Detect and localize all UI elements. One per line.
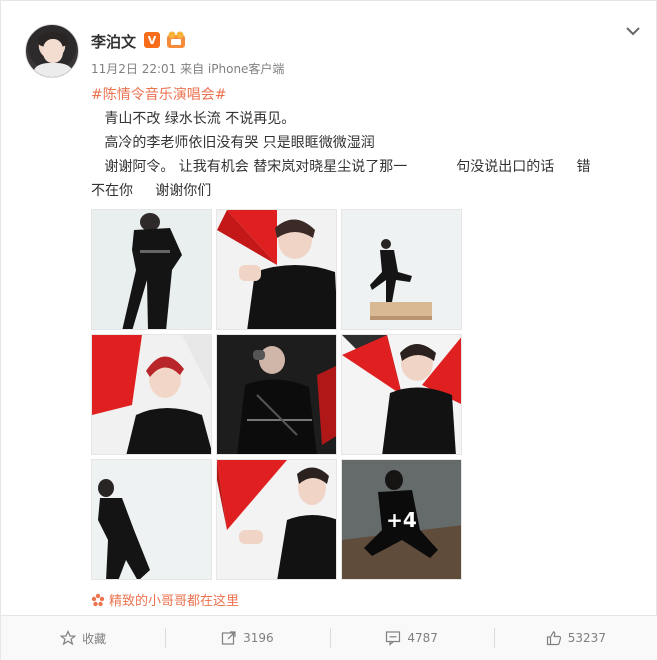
photo-thumbnail[interactable]: [216, 459, 337, 580]
photo-thumbnail[interactable]: [91, 334, 212, 455]
post-text: #陈情令音乐演唱会# 青山不改 绿水长流 不说再见。 高冷的李老师依旧没有哭 只…: [91, 83, 639, 203]
photo-thumbnail[interactable]: [341, 209, 462, 330]
photo-thumbnail[interactable]: +4: [341, 459, 462, 580]
favorite-label: 收藏: [82, 631, 107, 646]
weibo-post-card: 李泊文 V 11月2日 22:01 来自 iPhone客户端 #陈情令音乐演唱会…: [0, 0, 657, 660]
repost-button[interactable]: 3196: [165, 616, 329, 660]
hashtag-link[interactable]: #陈情令音乐演唱会#: [91, 87, 226, 103]
post-line: 谢谢阿令。 让我有机会 替宋岚对晓星尘说了那一 句没说出口的话 错: [91, 159, 591, 175]
comment-count: 4787: [407, 631, 438, 645]
post-line: 青山不改 绿水长流 不说再见。: [91, 111, 296, 127]
flower-icon: [91, 593, 105, 606]
topic-link[interactable]: 精致的小哥哥都在这里: [91, 590, 239, 609]
photo-thumbnail[interactable]: [216, 209, 337, 330]
like-count: 53237: [567, 631, 606, 645]
member-badge-icon[interactable]: [166, 31, 186, 49]
chevron-down-icon[interactable]: [624, 24, 642, 38]
repost-count: 3196: [243, 631, 274, 645]
comment-button[interactable]: 4787: [329, 616, 494, 660]
share-icon: [221, 631, 236, 645]
more-photos-overlay[interactable]: +4: [342, 460, 461, 579]
photo-thumbnail[interactable]: [341, 334, 462, 455]
photo-thumbnail[interactable]: [91, 209, 212, 330]
post-line: 不在你 谢谢你们: [91, 183, 212, 199]
star-icon: [60, 630, 77, 646]
post-line: 高冷的李老师依旧没有哭 只是眼眶微微湿润: [91, 135, 375, 151]
favorite-button[interactable]: 收藏: [1, 616, 165, 660]
post-meta: 11月2日 22:01 来自 iPhone客户端: [91, 62, 285, 76]
action-bar: 收藏 3196 4787 53237: [1, 616, 657, 660]
like-button[interactable]: 53237: [493, 616, 657, 660]
username[interactable]: 李泊文: [91, 31, 136, 52]
photo-thumbnail[interactable]: [216, 334, 337, 455]
verified-badge-icon[interactable]: V: [144, 32, 160, 48]
thumbs-up-icon: [546, 631, 561, 646]
topic-link-label: 精致的小哥哥都在这里: [109, 594, 240, 609]
avatar[interactable]: [25, 24, 79, 78]
photo-thumbnail[interactable]: [91, 459, 212, 580]
comment-icon: [386, 631, 401, 646]
